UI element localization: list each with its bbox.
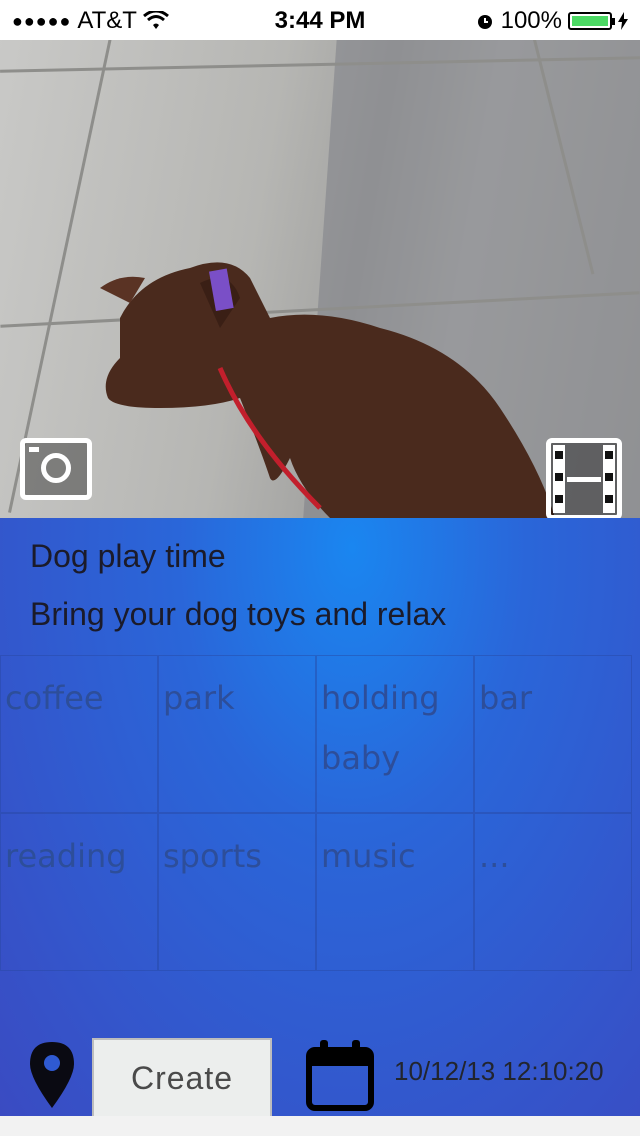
tag-item[interactable]: bar (474, 655, 632, 813)
tag-item[interactable]: park (158, 655, 316, 813)
location-pin-icon[interactable] (30, 1042, 74, 1108)
status-right-group: 100% (475, 7, 628, 35)
tag-item[interactable]: sports (158, 813, 316, 971)
tag-item[interactable]: holding baby (316, 655, 474, 813)
film-icon[interactable] (546, 438, 622, 518)
dog-image (100, 262, 555, 518)
create-button[interactable]: Create (92, 1038, 272, 1118)
tag-item[interactable]: ... (474, 813, 632, 971)
battery-icon (568, 12, 615, 30)
tag-item[interactable]: reading (0, 813, 158, 971)
alarm-icon (477, 15, 492, 29)
tag-item[interactable]: music (316, 813, 474, 971)
event-datetime[interactable]: 10/12/13 12:10:20 (394, 1056, 604, 1087)
event-description[interactable]: Bring your dog toys and relax (30, 596, 446, 633)
calendar-icon[interactable] (306, 1040, 374, 1112)
event-form: Dog play time Bring your dog toys and re… (0, 518, 640, 1116)
battery-percentage: 100% (500, 7, 562, 34)
status-bar: ●●●●● AT&T 3:44 PM 100% (0, 0, 640, 40)
event-photo[interactable] (0, 18, 640, 518)
event-title[interactable]: Dog play time (30, 538, 226, 575)
tag-item[interactable]: coffee (0, 655, 158, 813)
camera-icon[interactable] (20, 438, 92, 500)
charging-icon (618, 12, 628, 30)
bottom-strip (0, 1116, 640, 1136)
